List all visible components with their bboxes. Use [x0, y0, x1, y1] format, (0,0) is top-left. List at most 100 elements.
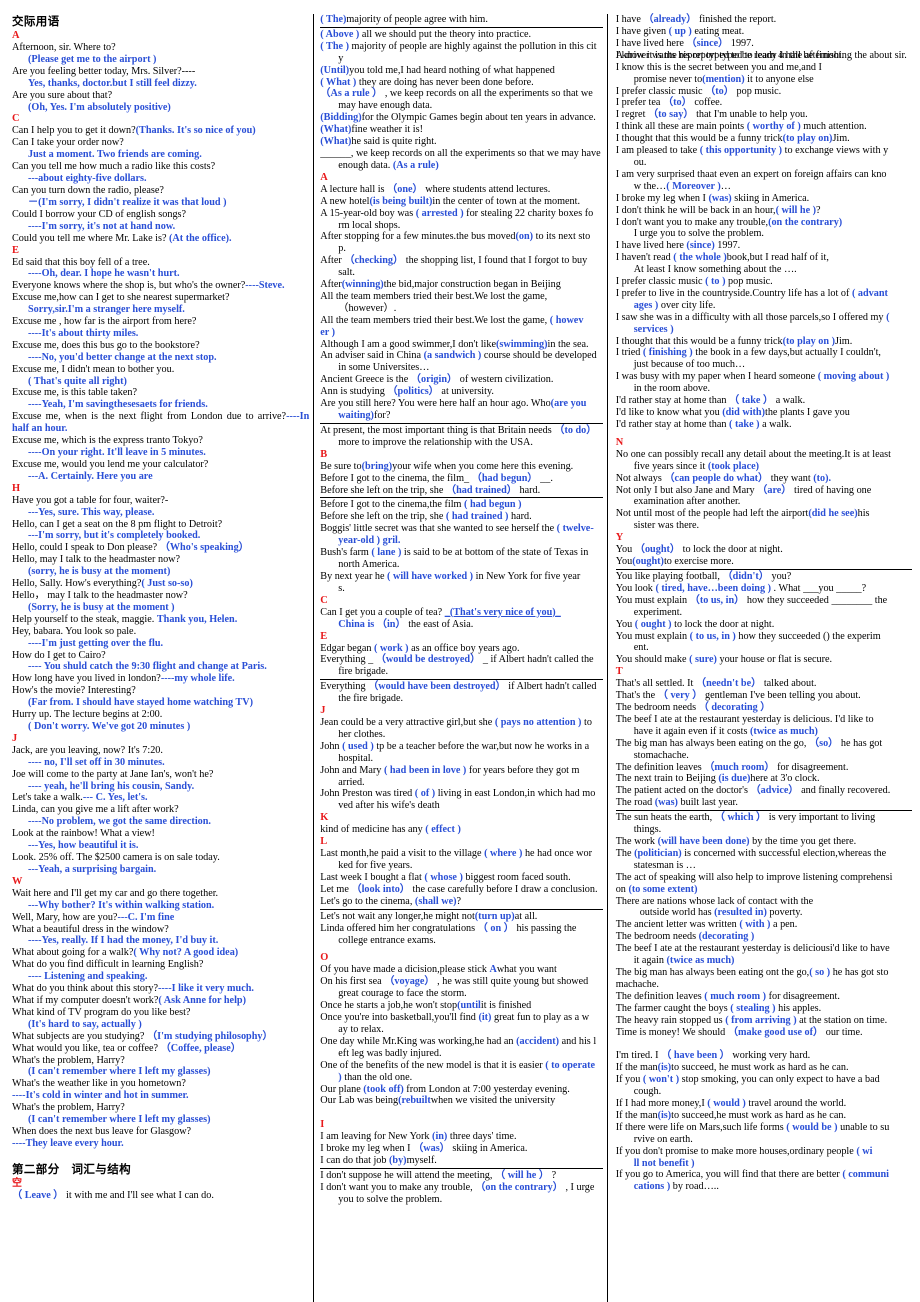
- sentence-line: Can I get you a couple of tea? _(That's …: [320, 606, 561, 618]
- answer-text: （ decorating ）: [698, 702, 771, 714]
- sentence-line: What about going for a walk?( Why not? A…: [12, 947, 239, 959]
- answer-line: ----On your right. It'll leave in 5 minu…: [28, 447, 206, 458]
- sentence-line: The patient acted on the doctor's （advic…: [615, 785, 891, 797]
- answer-text: Thank you, Helen.: [156, 613, 238, 625]
- continuation-line: ll not benefit ): [616, 1158, 912, 1170]
- answer-text: （voyage）: [384, 976, 435, 988]
- answer-line: ----Oh, dear. I hope he wasn't hurt.: [28, 268, 180, 280]
- answer-text: (bring): [361, 460, 393, 472]
- document-page: 交际用语 A Afternoon, sir. Where to? (Please g…: [0, 0, 920, 1302]
- column-1-content: A Afternoon, sir. Where to? (Please get me…: [12, 30, 309, 1202]
- answer-text: ( Above ): [320, 28, 360, 40]
- question-line: Can I take your order now?: [12, 137, 124, 149]
- sentence-line: I'd rather stay at home than ( take ) a …: [615, 418, 792, 430]
- sentence-line: You like playing football, （didn't） you?: [615, 570, 792, 582]
- section-letter: A: [12, 30, 20, 41]
- answer-line: ----No problem, we got the same directio…: [28, 816, 211, 828]
- answer-text: （ which ）: [714, 812, 767, 824]
- answer-text: (Thanks. It's so nice of you): [135, 125, 256, 137]
- answer-text: ( so ): [809, 966, 831, 978]
- sentence-line: After(winning)the bid,major construction…: [320, 279, 561, 291]
- question-line: Could I borrow your CD of english songs?: [12, 208, 187, 220]
- answer-line: ----I'm sorry, it's not at hand now.: [28, 220, 176, 232]
- section-letter: T: [615, 666, 623, 678]
- section-letter: Y: [615, 532, 624, 544]
- answer-text: （to）: [705, 85, 734, 97]
- answer-text: ll not benefit ): [633, 1157, 695, 1169]
- sentence-line: Hello, could I speak to Don please? （Who…: [12, 542, 249, 554]
- answer-text: （are）: [757, 484, 792, 496]
- answer-text: (is): [657, 1109, 672, 1121]
- sentence-line: Be sure to(bring)your wife when you come…: [320, 460, 574, 472]
- sentence-line: ( Above ) all we should put the theory i…: [320, 28, 532, 40]
- answer-text: （make good use of）: [727, 1026, 824, 1038]
- sentence-line: After （checking） the shopping list, I fo…: [320, 255, 588, 267]
- answer-text: (did with): [722, 407, 765, 418]
- question-line: Afternoon, sir. Where to?: [12, 42, 116, 53]
- section-letter-cn: 空: [12, 1177, 22, 1189]
- sentence-line: on (to some extent): [615, 883, 698, 895]
- section-letter: B: [320, 448, 328, 460]
- question-line: Ed said that this boy fell of a tree.: [12, 256, 150, 268]
- sentence-line: That's the （ very ） gentleman I've been …: [615, 690, 861, 702]
- answer-text: （ have been ）: [661, 1050, 730, 1062]
- sentence-line: Bush's farm ( lane ) is said to be at bo…: [320, 547, 589, 559]
- horizontal-rule: [320, 1168, 603, 1170]
- answer-text: ( sure): [689, 654, 717, 666]
- answer-text: ( will have worked ): [387, 570, 474, 582]
- sentence-line: promise never to(mention) it to anyone e…: [633, 73, 814, 85]
- answer-text: ( of ): [414, 788, 436, 800]
- question-line: What's the weather like in you hometown?: [12, 1078, 186, 1090]
- answer-text: (was): [708, 192, 732, 204]
- sentence-line: If you don't promise to make more houses…: [615, 1145, 873, 1157]
- sentence-line: I thought that this would be a funny tri…: [615, 133, 850, 145]
- answer-text: (accident): [516, 1035, 560, 1047]
- question-line: When does the next bus leave for Glasgow…: [12, 1125, 192, 1137]
- answer-text: （to）: [662, 97, 692, 109]
- answer-line: (Far from. I should have stayed home wat…: [28, 697, 253, 709]
- answer-line: ----It's cold in winter and hot in summe…: [12, 1090, 189, 1102]
- answer-text: （already）: [643, 14, 697, 25]
- answer-text: ( stealing ): [730, 1002, 776, 1014]
- sentence-line: The farmer caught the boys ( stealing ) …: [615, 1002, 822, 1014]
- sentence-line: I have （already） finished the report.: [615, 14, 777, 25]
- answer-line: Sorry,sir.I'm a stranger here myself.: [28, 304, 185, 316]
- sentence-line: A 15-year-old boy was ( arrested ) for s…: [320, 207, 594, 219]
- continuation-line: sister was there.: [633, 520, 700, 532]
- continuation-line: eft leg was badly injured.: [338, 1047, 442, 1059]
- answer-text: （so）: [808, 737, 839, 749]
- continuation-line: great courage to face the storm.: [338, 988, 467, 1000]
- answer-text: year-old ) gril.: [338, 535, 401, 547]
- answer-text: （Coffee, please）: [160, 1042, 241, 1054]
- sentence-line: I have lived here （since） 1997.: [615, 37, 754, 49]
- answer-text: (swimming): [496, 338, 548, 350]
- sentence-line: I tried ( finishing ) the book in a few …: [615, 347, 881, 359]
- answer-line: ---- yeah, he'll bring his cousin, Sandy…: [28, 780, 195, 792]
- sentence-line: I don't think he will be back in an hour…: [615, 204, 821, 216]
- answer-text: ( ought ): [634, 618, 672, 630]
- continuation-line: cations ) by road…..: [633, 1181, 719, 1193]
- sentence-line: I prefer tea （to） coffee.: [615, 97, 723, 109]
- question-line: Look at the rainbow! What a view!: [12, 828, 155, 840]
- sentence-line: I broke my leg when I （was） skiing in Am…: [320, 1143, 528, 1155]
- sentence-line: Time is money! We should （make good use …: [615, 1026, 863, 1038]
- vertical-spacer: [12, 1150, 309, 1162]
- answer-text: （ on ）: [477, 922, 514, 934]
- sentence-line: Excuse me, when is the next flight from …: [12, 411, 310, 435]
- answer-text: (twice as much): [749, 725, 818, 737]
- sentence-line: I have lived here (since) 1997.: [615, 240, 741, 252]
- answer-text: (twice as much): [666, 955, 735, 967]
- answer-text: ----I like it very much.: [158, 983, 254, 995]
- sentence-line: Before I got to the cinema, the film_ （h…: [320, 472, 553, 484]
- sentence-line: Of you have made a dicision,please stick…: [320, 964, 557, 976]
- answer-text: ( Ask Anne for help): [158, 994, 246, 1006]
- continuation-line: er ): [320, 327, 602, 339]
- answer-text: ( howev: [549, 314, 584, 326]
- continuation-line: y: [338, 52, 344, 64]
- answer-line: ---about eighty-five dollars.: [28, 173, 147, 185]
- sentence-line: The sun heats the earth, （ which ） is ve…: [615, 812, 876, 824]
- sentence-line: I can do that job (by)myself.: [320, 1155, 437, 1167]
- answer-text: (resulted in): [714, 907, 767, 919]
- answer-line: (sorry, he is busy at the moment): [28, 566, 171, 578]
- answer-text: （Who's speaking）: [159, 542, 249, 554]
